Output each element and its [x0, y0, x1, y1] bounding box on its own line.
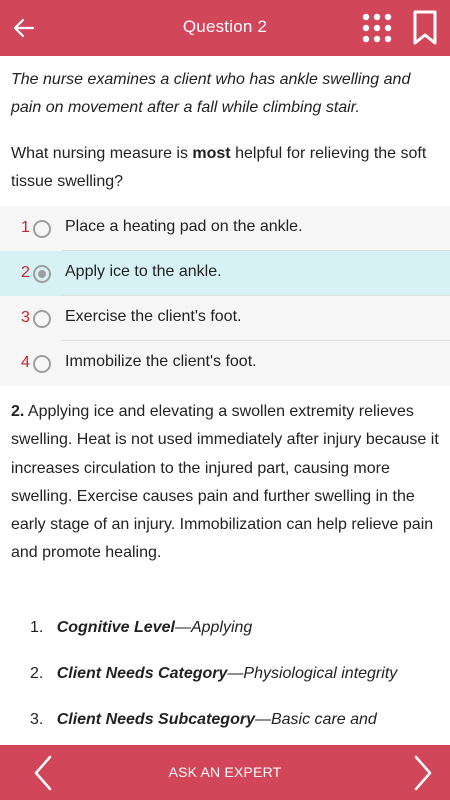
radio-button[interactable] [33, 220, 51, 238]
option-3[interactable]: 3 Exercise the client's foot. [0, 296, 450, 341]
option-4[interactable]: 4 Immobilize the client's foot. [0, 341, 450, 386]
option-text: Place a heating pad on the ankle. [65, 218, 303, 235]
stem-emphasis: most [192, 145, 231, 162]
radio-button[interactable] [33, 355, 51, 373]
list-index: 2. [30, 665, 44, 682]
correct-answer-label: 2. [11, 403, 25, 420]
list-label: Cognitive Level [56, 619, 175, 636]
list-label: Client Needs Category [56, 665, 228, 682]
answer-options: 1 Place a heating pad on the ankle. 2 Ap… [0, 206, 450, 386]
option-number: 3 [21, 309, 30, 326]
chevron-left-icon [34, 755, 52, 791]
top-app-bar: Question 2 [0, 0, 450, 56]
bookmark-button[interactable] [410, 9, 440, 47]
list-label: Client Needs Subcategory [56, 711, 255, 728]
arrow-left-icon [13, 18, 35, 38]
bottom-nav-bar: ASK AN EXPERT [0, 745, 450, 800]
grid-icon [362, 13, 392, 43]
list-value: —Physiological integrity [227, 665, 398, 682]
question-stem: What nursing measure is most helpful for… [11, 140, 441, 196]
back-button[interactable] [8, 10, 40, 46]
question-scenario: The nurse examines a client who has ankl… [11, 71, 411, 116]
list-item: 1. Cognitive Level—Applying [30, 614, 440, 660]
chevron-right-icon [414, 755, 432, 791]
list-index: 3. [30, 711, 44, 728]
radio-button-selected[interactable] [33, 265, 51, 283]
ask-an-expert-button[interactable]: ASK AN EXPERT [150, 764, 300, 780]
list-value: —Applying [174, 619, 253, 636]
classification-list: 1. Cognitive Level—Applying 2. Client Ne… [30, 614, 440, 752]
option-number: 1 [21, 219, 30, 236]
answer-rationale: 2. Applying ice and elevating a swollen … [11, 398, 443, 568]
list-index: 1. [30, 619, 44, 636]
option-text: Immobilize the client's foot. [65, 353, 257, 370]
list-item: 2. Client Needs Category—Physiological i… [30, 660, 440, 706]
next-question-button[interactable] [408, 753, 438, 793]
option-number: 4 [21, 354, 30, 371]
option-1[interactable]: 1 Place a heating pad on the ankle. [0, 206, 450, 251]
previous-question-button[interactable] [28, 753, 58, 793]
option-2[interactable]: 2 Apply ice to the ankle. [0, 251, 450, 296]
radio-button[interactable] [33, 310, 51, 328]
list-value: —Basic care and [254, 711, 377, 728]
option-text: Apply ice to the ankle. [65, 263, 222, 280]
option-text: Exercise the client's foot. [65, 308, 242, 325]
question-grid-button[interactable] [361, 12, 393, 44]
bookmark-icon [413, 10, 437, 45]
option-number: 2 [21, 264, 30, 281]
rationale-text: Applying ice and elevating a swollen ext… [11, 403, 439, 562]
stem-text-before: What nursing measure is [11, 145, 193, 162]
